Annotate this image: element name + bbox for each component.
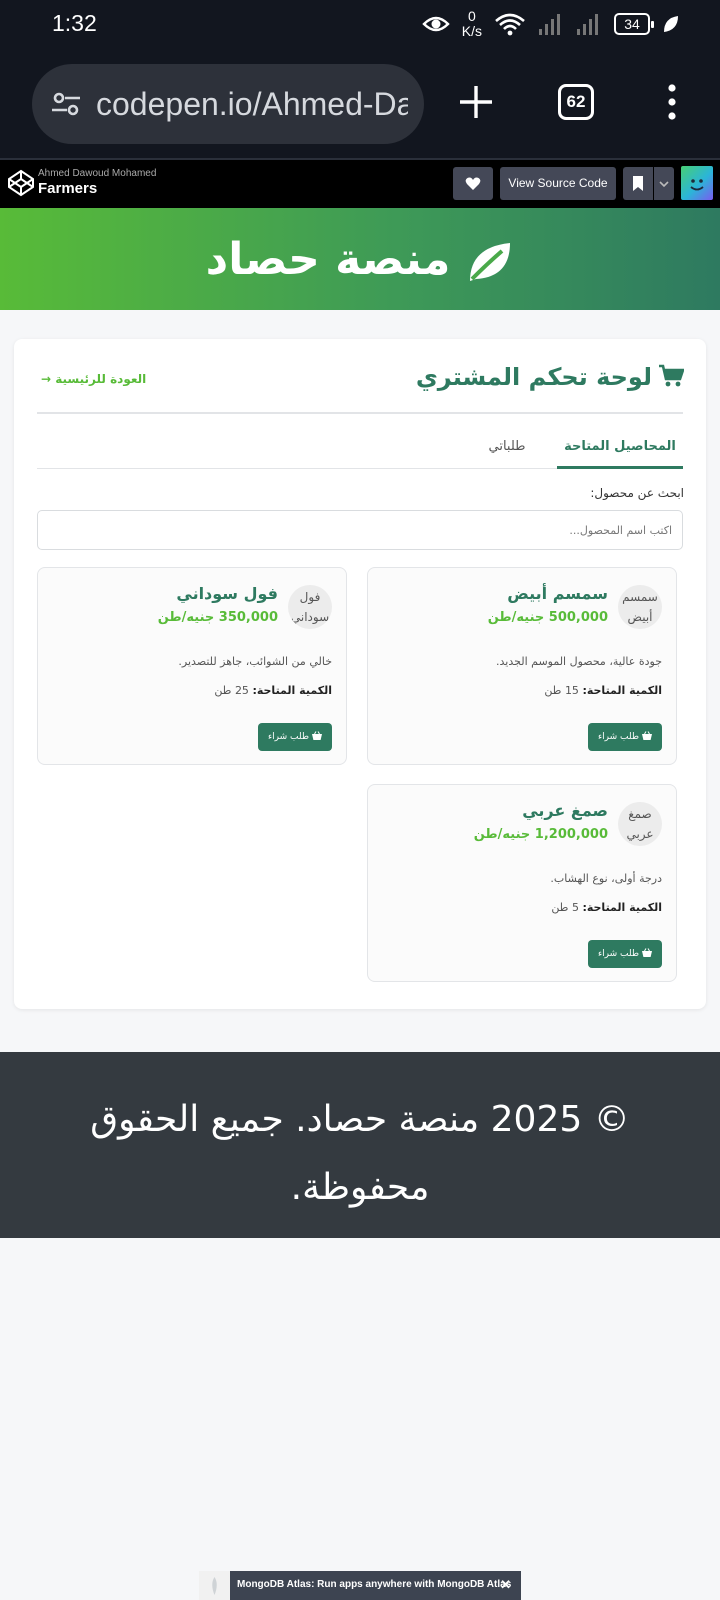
product-quantity: الكمية المتاحة: 25 طن [214, 684, 332, 697]
view-source-button[interactable]: View Source Code [500, 167, 616, 200]
user-avatar[interactable] [681, 166, 713, 200]
basket-icon [642, 948, 653, 957]
browser-toolbar: codepen.io/Ahmed-Dawoud 62 [0, 48, 720, 160]
address-bar[interactable]: codepen.io/Ahmed-Dawoud [32, 64, 424, 144]
tab-my-orders[interactable]: طلباتي [457, 431, 557, 469]
product-name: صمغ عربي [522, 801, 608, 820]
status-icons: 0 K/s 34 [422, 8, 680, 40]
back-home-link[interactable]: العودة للرئيسية → [41, 372, 146, 386]
ad-text[interactable]: MongoDB Atlas: Run apps anywhere with Mo… [237, 1579, 511, 1590]
product-name: فول سوداني [176, 584, 278, 603]
wifi-icon [495, 13, 525, 36]
buyer-dashboard: لوحة تحكم المشتري العودة للرئيسية → المح… [14, 339, 706, 1009]
tab-switcher-button[interactable]: 62 [558, 84, 594, 120]
basket-icon [642, 731, 653, 740]
bookmark-button[interactable] [623, 167, 653, 200]
ad-banner[interactable]: MongoDB Atlas: Run apps anywhere with Mo… [199, 1571, 521, 1600]
search-label: ابحث عن محصول: [590, 486, 684, 500]
product-image: سمسم أبيض [618, 585, 662, 629]
quantity-value: 5 طن [551, 901, 579, 914]
mongodb-leaf-icon [212, 1577, 217, 1595]
quantity-value: 25 طن [214, 684, 249, 697]
product-card-sesame: سمسم أبيض سمسم أبيض 500,000 جنيه/طن جودة… [367, 567, 677, 765]
product-price: 350,000 جنيه/طن [157, 610, 278, 625]
buy-request-button[interactable]: طلب شراء [588, 723, 662, 751]
status-time: 1:32 [52, 10, 97, 36]
url-text[interactable]: codepen.io/Ahmed-Dawoud [96, 84, 408, 124]
site-title: منصة حصاد [0, 234, 720, 286]
product-price: 500,000 جنيه/طن [487, 610, 608, 625]
dashboard-title-text: لوحة تحكم المشتري [415, 363, 652, 391]
product-price: 1,200,000 جنيه/طن [473, 827, 608, 842]
basket-icon [312, 731, 323, 740]
product-image: صمغ عربي [618, 802, 662, 846]
net-speed-unit: K/s [461, 23, 482, 39]
site-settings-icon[interactable] [50, 88, 82, 120]
battery-icon: 34 [614, 13, 654, 35]
signal-icon [539, 14, 560, 35]
bookmark-dropdown-button[interactable] [654, 167, 674, 200]
copyright-text: © 2025 منصة حصاد. جميع الحقوق محفوظة. [90, 1099, 630, 1208]
codepen-logo-icon[interactable] [6, 168, 36, 198]
quantity-value: 15 طن [544, 684, 579, 697]
leaf-logo-icon [470, 243, 511, 281]
quantity-label: الكمية المتاحة: [582, 684, 662, 697]
status-bar: 1:32 0 K/s 34 [0, 0, 720, 48]
avatar-face-icon [690, 179, 704, 191]
net-speed-value: 0 [467, 8, 476, 24]
buy-request-button[interactable]: طلب شراء [588, 940, 662, 968]
product-card-gum-arabic: صمغ عربي صمغ عربي 1,200,000 جنيه/طن درجة… [367, 784, 677, 982]
new-tab-icon[interactable] [456, 82, 496, 122]
bookmark-icon [633, 176, 643, 191]
dashboard-tabs: المحاصيل المتاحة طلباتي [37, 431, 683, 469]
eye-icon [422, 16, 450, 32]
leaf-status-icon [664, 16, 678, 32]
product-image: فول سوداني [288, 585, 332, 629]
crop-search-input[interactable] [37, 510, 683, 550]
product-quantity: الكمية المتاحة: 15 طن [544, 684, 662, 697]
quantity-label: الكمية المتاحة: [252, 684, 332, 697]
product-name: سمسم أبيض [507, 584, 608, 603]
tab-available-crops[interactable]: المحاصيل المتاحة [557, 431, 683, 469]
heart-icon [465, 177, 481, 190]
buy-request-label: طلب شراء [597, 949, 640, 959]
more-options-icon[interactable] [664, 84, 680, 120]
shopping-cart-icon [659, 364, 684, 387]
product-description: جودة عالية، محصول الموسم الجديد. [496, 655, 662, 668]
ad-close-icon[interactable]: ✕ [500, 1577, 511, 1593]
buy-request-button[interactable]: طلب شراء [258, 723, 332, 751]
site-footer: © 2025 منصة حصاد. جميع الحقوق محفوظة. [0, 1052, 720, 1238]
product-description: خالي من الشوائب، جاهز للتصدير. [178, 655, 332, 668]
net-speed: 0 K/s [462, 9, 482, 39]
codepen-header: Ahmed Dawoud Mohamed Farmers View Source… [0, 160, 720, 208]
product-quantity: الكمية المتاحة: 5 طن [551, 901, 662, 914]
product-description: درجة أولى، نوع الهشاب. [550, 872, 662, 885]
site-title-text: منصة حصاد [205, 234, 451, 285]
site-header: منصة حصاد [0, 208, 720, 310]
buy-request-label: طلب شراء [597, 732, 640, 742]
like-button[interactable] [453, 167, 493, 200]
signal-icon-2 [577, 14, 598, 35]
pen-author[interactable]: Ahmed Dawoud Mohamed [38, 168, 156, 179]
quantity-label: الكمية المتاحة: [582, 901, 662, 914]
ad-logo [199, 1571, 230, 1600]
dashboard-title: لوحة تحكم المشتري [416, 363, 684, 391]
pen-title: Farmers [38, 180, 98, 197]
chevron-down-icon [659, 181, 669, 188]
product-card-peanuts: فول سوداني فول سوداني 350,000 جنيه/طن خا… [37, 567, 347, 765]
buy-request-label: طلب شراء [267, 732, 310, 742]
title-divider [37, 412, 683, 414]
